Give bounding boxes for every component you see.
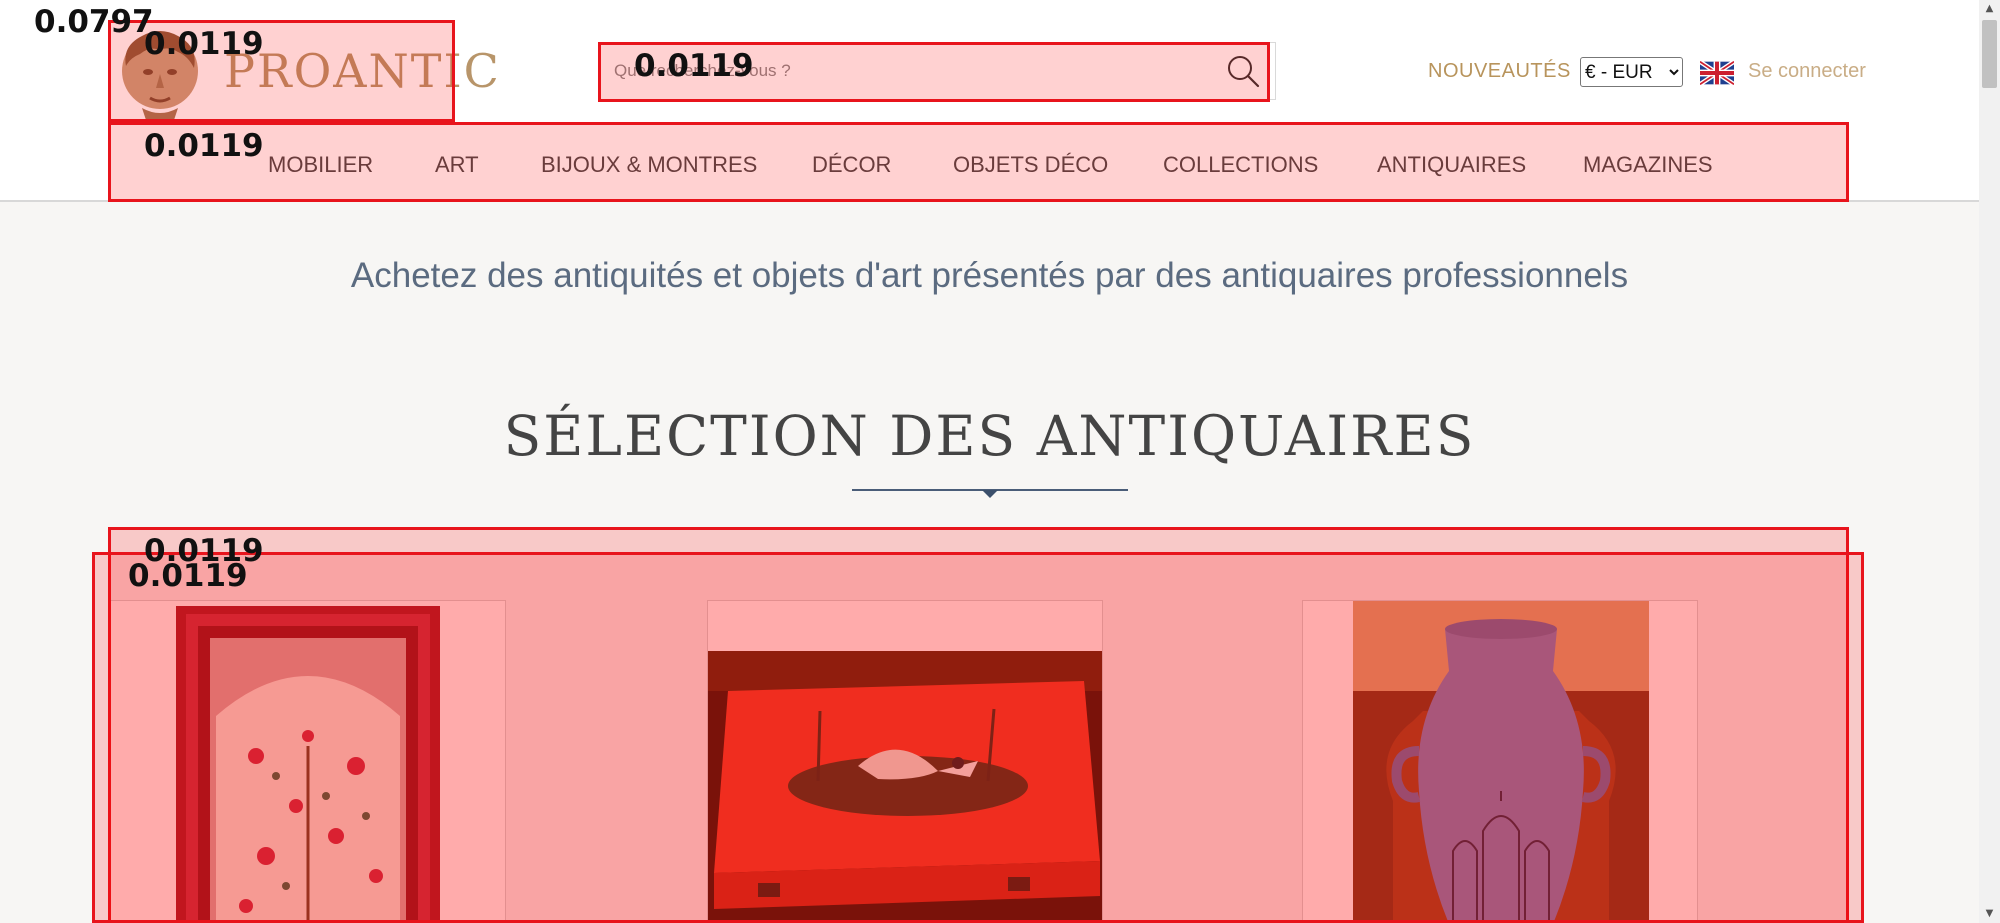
currency-select[interactable]: € - EUR [1580,57,1683,87]
overlay-score-nav: 0.0119 [144,128,264,164]
section-title: SÉLECTION DES ANTIQUAIRES [503,404,1476,468]
scroll-down-arrow-icon[interactable]: ▼ [1979,905,2000,923]
uk-flag-icon[interactable] [1700,61,1734,85]
page-tagline: Achetez des antiquités et objets d'art p… [350,256,1629,295]
overlay-score-logo: 0.0119 [144,26,264,62]
scrollbar-thumb[interactable] [1982,20,1997,88]
login-link[interactable]: Se connecter [1748,60,1866,83]
overlay-box-cards [92,552,1864,923]
scrollbar[interactable]: ▲ ▼ [1979,0,2000,923]
title-divider [852,489,1128,498]
scroll-up-arrow-icon[interactable]: ▲ [1979,0,2000,18]
new-arrivals-link[interactable]: NOUVEAUTÉS [1428,60,1571,83]
overlay-box-nav [108,122,1849,202]
overlay-score-search: 0.0119 [634,48,754,84]
overlay-score-cards: 0.0119 [128,558,248,594]
overlay-score-page: 0.0797 [34,4,154,40]
